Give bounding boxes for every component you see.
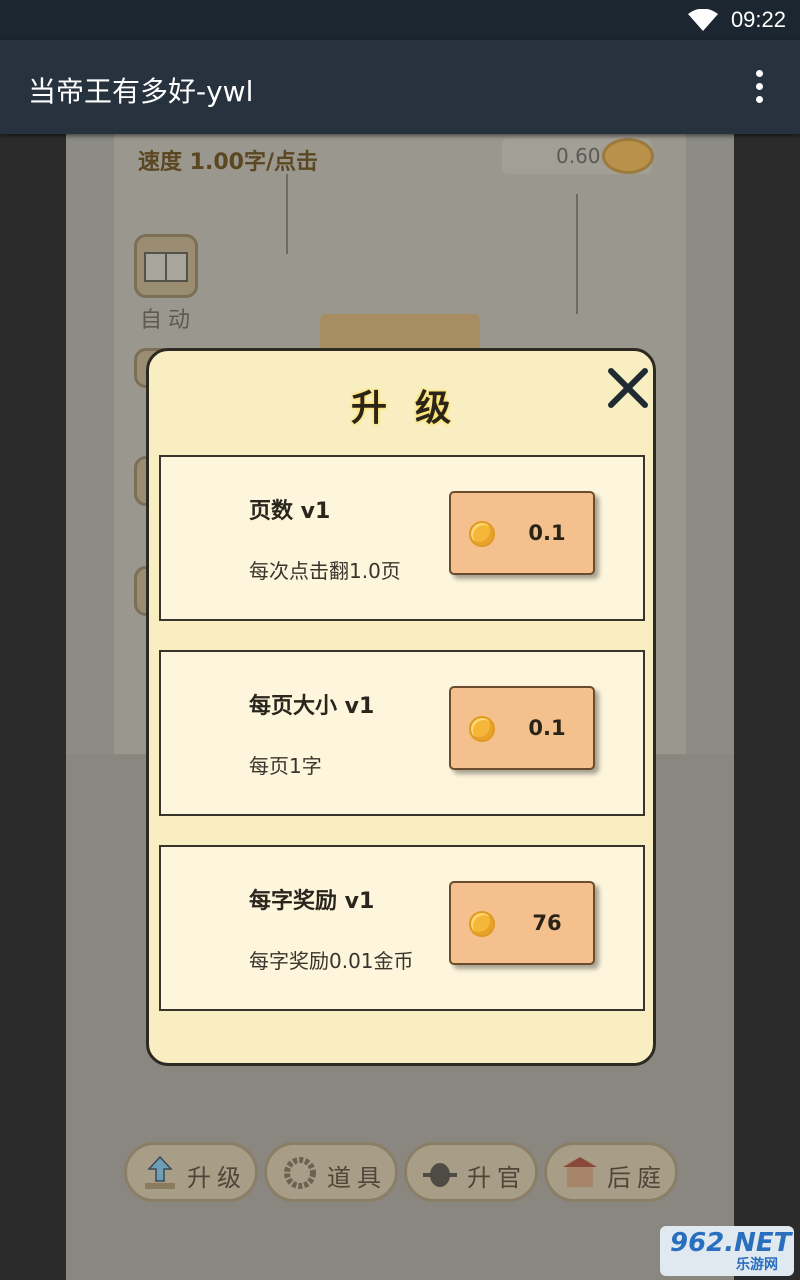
upgrade-desc: 每字奖励0.01金币 (249, 949, 414, 973)
upgrade-card-pages: 页数 v1 每次点击翻1.0页 0.1 (159, 455, 645, 621)
official-hat-icon (423, 1163, 457, 1187)
nav-upgrade-label: 升级 (187, 1164, 247, 1192)
palace-icon (563, 1157, 597, 1187)
nav-promote-button[interactable]: 升官 (404, 1142, 538, 1202)
wifi-icon (688, 9, 718, 31)
upgrade-price: 0.1 (528, 521, 566, 545)
status-bar: 09:22 (0, 0, 800, 40)
beads-icon (284, 1157, 316, 1189)
wall-crack (576, 194, 578, 314)
coin-icon (469, 716, 495, 742)
nav-palace-label: 后庭 (607, 1164, 667, 1192)
auto-button[interactable] (134, 234, 198, 298)
nav-promote-label: 升官 (467, 1164, 527, 1192)
upgrade-desc: 每次点击翻1.0页 (249, 559, 401, 583)
overflow-menu-icon[interactable] (756, 70, 764, 104)
nav-palace-button[interactable]: 后庭 (544, 1142, 678, 1202)
coin-counter: 0.60 (502, 138, 654, 174)
upgrade-name: 每字奖励 v1 (249, 889, 375, 914)
bottom-nav: 升级 道具 升官 后庭 (122, 1142, 682, 1204)
upgrade-price: 0.1 (528, 716, 566, 740)
coin-amount: 0.60 (556, 144, 601, 168)
buy-button[interactable]: 0.1 (449, 686, 595, 770)
nav-items-button[interactable]: 道具 (264, 1142, 398, 1202)
speed-text: 速度 1.00字/点击 (138, 150, 318, 175)
book-gear-icon (144, 252, 188, 282)
app-title: 当帝王有多好-ywl (28, 75, 254, 108)
app-bar: 当帝王有多好-ywl (0, 40, 800, 134)
coin-icon (469, 521, 495, 547)
watermark-sub: 乐游网 (736, 1257, 778, 1273)
coin-stack-icon (602, 138, 654, 174)
auto-label: 自动 (140, 308, 197, 333)
wall-crack (286, 174, 288, 254)
upgrade-card-word-reward: 每字奖励 v1 每字奖励0.01金币 76 (159, 845, 645, 1011)
upgrade-card-page-size: 每页大小 v1 每页1字 0.1 (159, 650, 645, 816)
upload-book-icon (145, 1155, 175, 1189)
coin-icon (469, 911, 495, 937)
close-icon[interactable] (603, 363, 653, 413)
upgrade-desc: 每页1字 (249, 754, 322, 778)
dialog-title: 升级 (350, 388, 479, 429)
watermark-logo: 962.NET 乐游网 (660, 1226, 794, 1276)
upgrade-price: 76 (532, 911, 562, 935)
nav-items-label: 道具 (327, 1164, 387, 1192)
upgrade-dialog: 升级 页数 v1 每次点击翻1.0页 0.1 每页大小 v1 每页1字 0.1 … (146, 348, 656, 1066)
upgrade-name: 每页大小 v1 (249, 694, 375, 719)
buy-button[interactable]: 0.1 (449, 491, 595, 575)
status-time: 09:22 (730, 7, 786, 32)
buy-button[interactable]: 76 (449, 881, 595, 965)
nav-upgrade-button[interactable]: 升级 (124, 1142, 258, 1202)
upgrade-name: 页数 v1 (249, 499, 331, 524)
